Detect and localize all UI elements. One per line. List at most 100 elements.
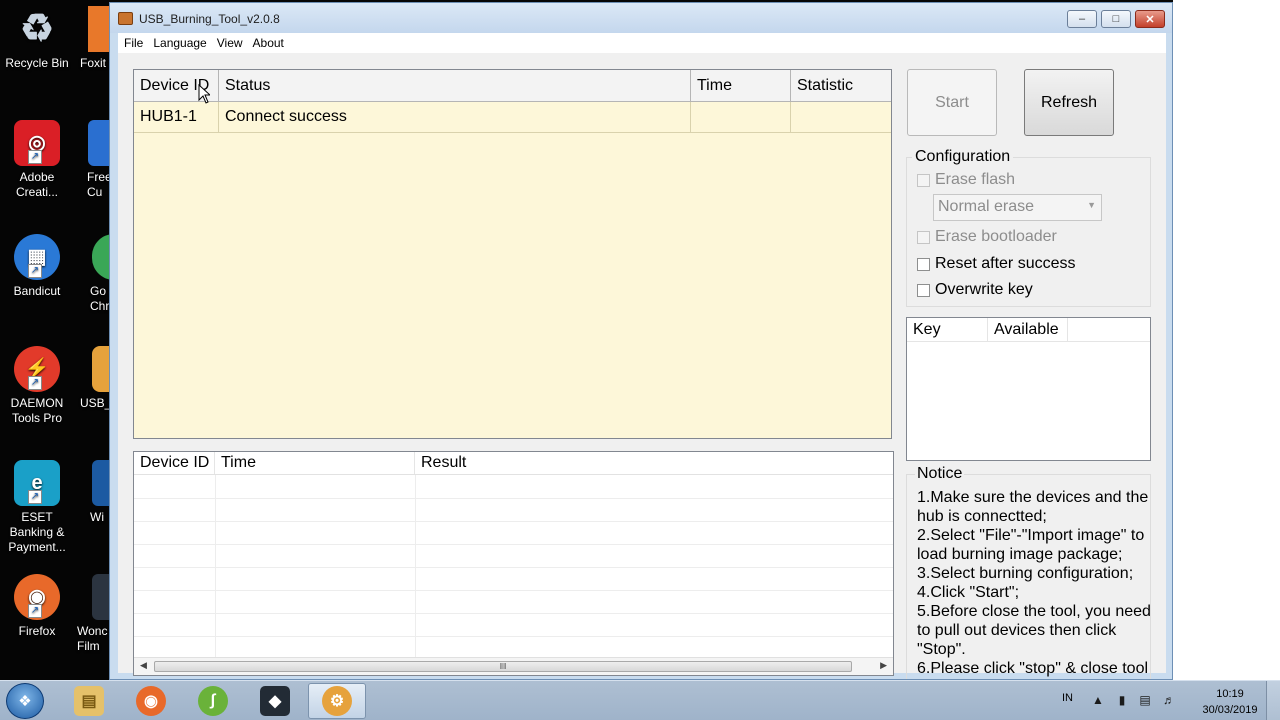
key-table[interactable]: Key Available (906, 317, 1151, 461)
desktop-icon-wondershare-filmora[interactable]: Wonc Film (74, 574, 114, 654)
desktop-icon-adobe[interactable]: ◎ ↗ Adobe Creati... (0, 120, 74, 200)
desktop-icon-label: USB_ (80, 396, 112, 410)
taskbar-usb-burning-tool[interactable]: ⚙ (308, 683, 366, 719)
usb-burning-tool-icon: ⚙ (322, 686, 352, 716)
cell-statistic (791, 102, 893, 132)
volume-icon[interactable]: ♬ (1162, 693, 1176, 707)
maximize-icon: □ (1112, 13, 1120, 25)
grid-line (415, 475, 416, 657)
column-header-key[interactable]: Key (907, 318, 988, 341)
app-window: USB_Burning_Tool_v2.0.8 – □ ✕ File Langua… (109, 2, 1173, 680)
desktop-icon-recycle-bin[interactable]: ♻ Recycle Bin (0, 6, 74, 71)
column-header-time[interactable]: Time (691, 70, 791, 101)
scroll-right-icon[interactable]: ▶ (880, 660, 887, 671)
column-header-status[interactable]: Status (219, 70, 691, 101)
start-button[interactable]: Start (907, 69, 997, 136)
menu-bar: File Language View About (118, 33, 1166, 53)
notice-text: 1.Make sure the devices and the hub is c… (917, 489, 1151, 677)
shortcut-arrow-icon: ↗ (28, 376, 42, 390)
clock[interactable]: 10:19 30/03/2019 (1200, 686, 1260, 718)
checkbox-box (917, 173, 930, 187)
grid-line (134, 613, 893, 614)
battery-icon[interactable]: ▮ (1115, 693, 1129, 707)
cell-time (691, 102, 791, 132)
desktop-icon-label: Firefox (18, 624, 56, 638)
grid-line (215, 475, 216, 657)
table-row[interactable]: HUB1-1 Connect success (134, 102, 891, 133)
desktop-icon-firefox[interactable]: ◉ ↗ Firefox (0, 574, 74, 639)
scroll-left-icon[interactable]: ◀ (140, 660, 147, 671)
maximize-button[interactable]: □ (1101, 10, 1131, 28)
column-header-statistic[interactable]: Statistic (791, 70, 893, 101)
taskbar-explorer[interactable]: ▤ (60, 683, 118, 719)
checkbox-box (917, 283, 930, 297)
desktop-icon-label: Free Cu (87, 170, 112, 199)
scrollbar-thumb[interactable]: ‖‖ (154, 661, 852, 672)
desktop-icon-bandicut[interactable]: ▦ ↗ Bandicut (0, 234, 74, 299)
shortcut-arrow-icon: ↗ (28, 490, 42, 504)
column-header-result[interactable]: Result (415, 452, 893, 474)
show-desktop-button[interactable] (1266, 681, 1280, 720)
horizontal-scrollbar[interactable]: ◀ ‖‖ ▶ (134, 657, 893, 675)
overwrite-key-checkbox[interactable]: Overwrite key (917, 281, 1033, 299)
network-signal-icon[interactable]: ▤ (1138, 693, 1152, 707)
erase-flash-checkbox[interactable]: Erase flash (917, 171, 1015, 189)
refresh-button[interactable]: Refresh (1024, 69, 1114, 136)
window-title: USB_Burning_Tool_v2.0.8 (139, 12, 280, 26)
configuration-title: Configuration (912, 148, 1014, 166)
folder-icon: ▤ (74, 686, 104, 716)
desktop-icon-label: Go Chr (90, 284, 110, 313)
erase-bootloader-checkbox[interactable]: Erase bootloader (917, 228, 1057, 246)
menu-file[interactable]: File (118, 33, 147, 50)
desktop-icon-label: Foxit (80, 56, 107, 70)
column-header-time[interactable]: Time (215, 452, 415, 474)
app-icon: ∫ (198, 686, 228, 716)
desktop-icon-label: Wi (90, 510, 104, 524)
grid-line (134, 498, 893, 499)
taskbar-app-green[interactable]: ∫ (184, 683, 242, 719)
title-bar[interactable]: USB_Burning_Tool_v2.0.8 – □ ✕ (110, 3, 1172, 33)
desktop-icon-usb-burning[interactable]: USB_ (74, 346, 114, 411)
reset-after-success-checkbox[interactable]: Reset after success (917, 255, 1076, 273)
column-header-available[interactable]: Available (988, 318, 1068, 341)
windows-logo-icon: ❖ (18, 693, 32, 710)
desktop-icon-label: Recycle Bin (5, 56, 69, 70)
minimize-button[interactable]: – (1067, 10, 1097, 28)
desktop-icon-eset[interactable]: e ↗ ESET Banking & Payment... (0, 460, 74, 555)
menu-view[interactable]: View (211, 33, 247, 50)
window-client-area: File Language View About Device ID Status T… (118, 33, 1166, 679)
desktop-right-area (1173, 0, 1280, 680)
desktop-icon-free-cut[interactable]: Free Cu (74, 120, 114, 200)
device-status-table[interactable]: Device ID Status Time Statistic HUB1-1 C… (133, 69, 892, 439)
desktop-icon-label: Adobe Creati... (15, 170, 58, 199)
taskbar-filmora[interactable]: ◆ (246, 683, 304, 719)
menu-language[interactable]: Language (147, 33, 210, 50)
desktop-icon-label: Wonc Film (77, 624, 108, 653)
grid-line (134, 544, 893, 545)
close-button[interactable]: ✕ (1135, 10, 1165, 28)
recycle-bin-icon: ♻ (19, 7, 55, 50)
show-hidden-icons-icon[interactable]: ▲ (1091, 693, 1105, 707)
notice-title: Notice (915, 465, 965, 483)
language-indicator[interactable]: IN (1062, 692, 1073, 704)
erase-mode-select[interactable]: Normal erase ▼ (933, 194, 1102, 221)
desktop-icon-google-chrome[interactable]: Go Chr (74, 234, 114, 314)
firefox-icon: ◉ (136, 686, 166, 716)
table-header: Device ID Time Result (134, 452, 893, 475)
checkbox-label: Erase bootloader (935, 228, 1057, 245)
start-button[interactable]: ❖ (6, 683, 44, 719)
desktop-icon-wi[interactable]: Wi (74, 460, 114, 525)
column-header-device-id[interactable]: Device ID (134, 452, 215, 474)
checkbox-label: Overwrite key (935, 281, 1033, 298)
shortcut-arrow-icon: ↗ (28, 150, 42, 164)
close-icon: ✕ (1145, 13, 1155, 26)
checkbox-box (917, 257, 930, 271)
desktop-icon-label: DAEMON Tools Pro (10, 396, 64, 425)
desktop-icon-foxit[interactable]: Foxit (74, 6, 118, 71)
desktop-icon-label: Bandicut (13, 284, 61, 298)
desktop-icon-daemon-tools[interactable]: ⚡ ↗ DAEMON Tools Pro (0, 346, 74, 426)
menu-about[interactable]: About (247, 33, 288, 50)
table-header: Device ID Status Time Statistic (134, 70, 891, 102)
result-table[interactable]: Device ID Time Result ◀ ‖‖ ▶ (133, 451, 894, 676)
taskbar-firefox[interactable]: ◉ (122, 683, 180, 719)
